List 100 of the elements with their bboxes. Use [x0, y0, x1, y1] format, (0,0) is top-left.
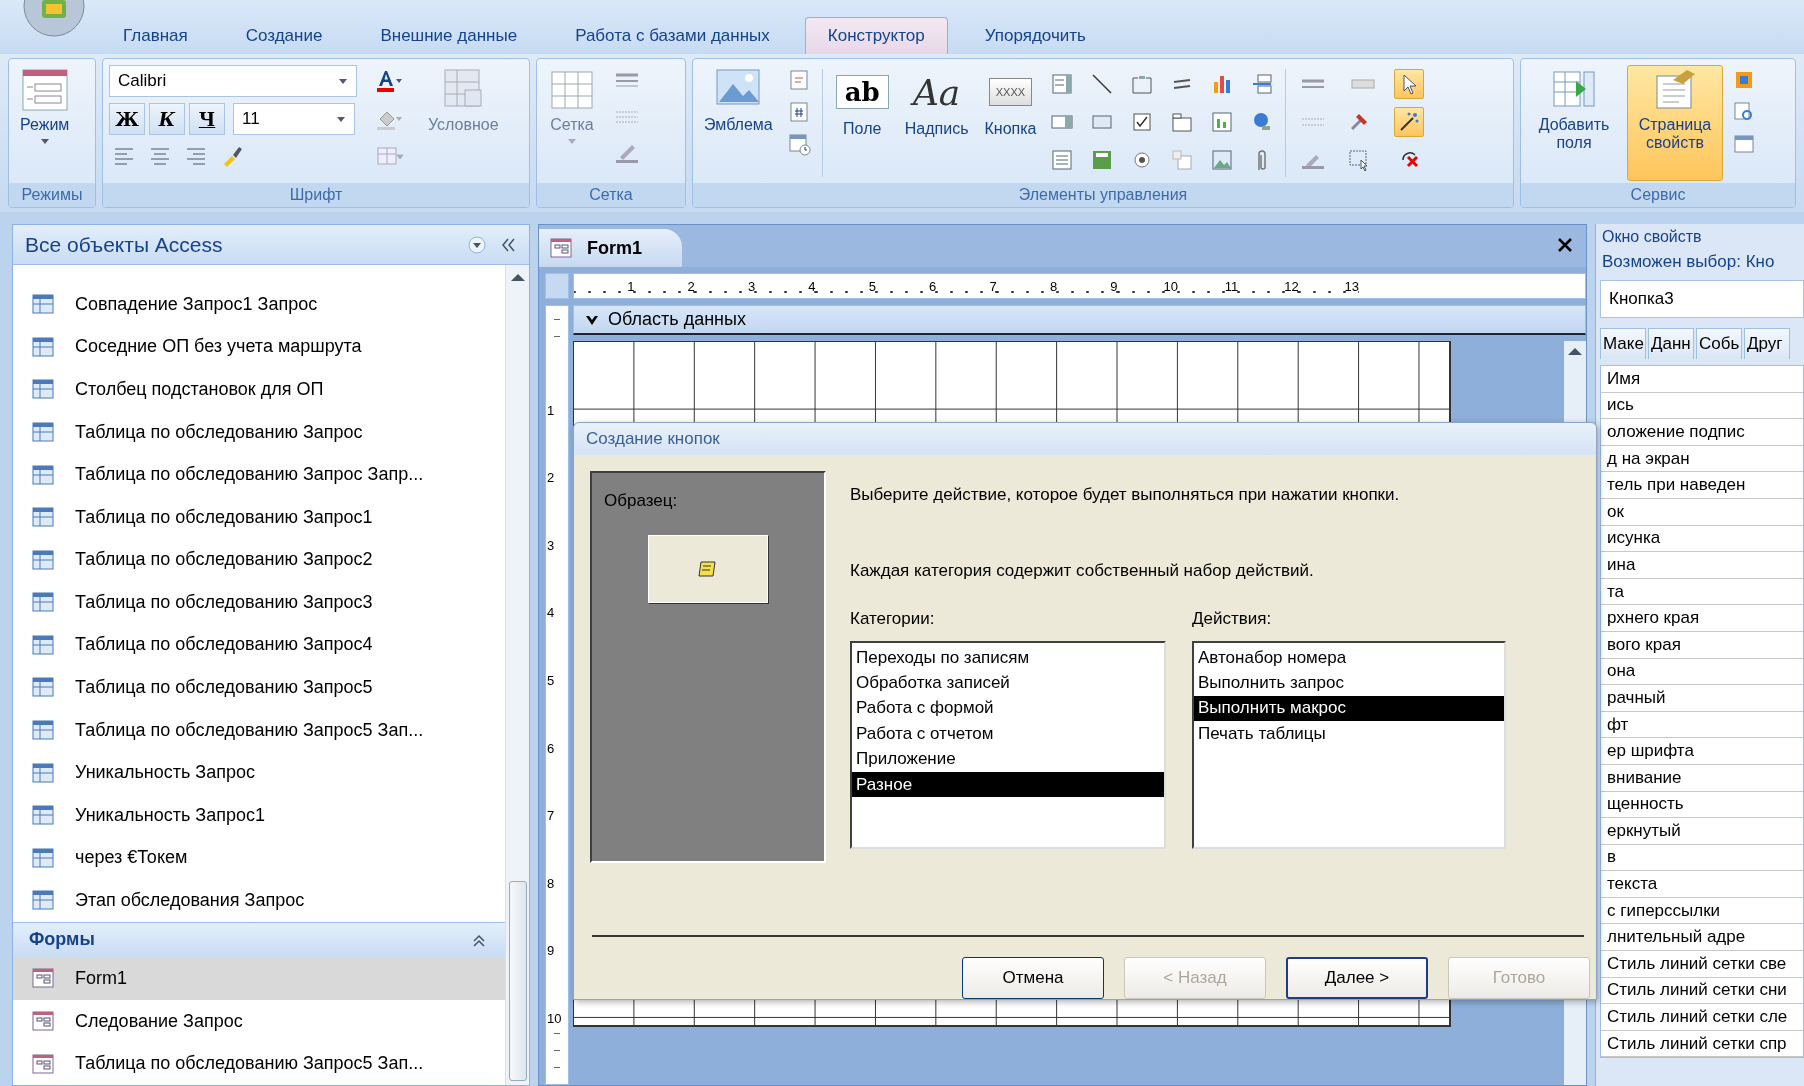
wizard-tool[interactable]: [1394, 107, 1425, 137]
pointer-tool[interactable]: [1394, 69, 1425, 99]
view-button[interactable]: Режим: [15, 65, 75, 181]
property-row[interactable]: д на экран: [1601, 445, 1803, 473]
list-item[interactable]: Разное: [852, 771, 1164, 798]
property-row[interactable]: лнительный адре: [1601, 924, 1803, 952]
property-row[interactable]: Стиль линий сетки сле: [1601, 1004, 1803, 1031]
list-item[interactable]: Автонабор номера: [1194, 645, 1504, 671]
navigation-item[interactable]: Этап обследования Запрос: [13, 879, 505, 922]
query-icon: [31, 377, 55, 402]
property-tab[interactable]: Собь: [1696, 328, 1742, 359]
property-row[interactable]: с гиперссылки: [1601, 897, 1803, 925]
property-row[interactable]: еркнутый: [1601, 818, 1803, 845]
navigation-item[interactable]: Таблица по обследованию Запрос3: [13, 581, 505, 624]
navigation-item[interactable]: Столбец подстановок для ОП: [13, 368, 505, 411]
property-sheet-button[interactable]: Страница свойств: [1627, 65, 1723, 181]
categories-list[interactable]: Переходы по записям Обработка записей Работа с формой Работа с отчетом Приложение Разное: [850, 641, 1166, 849]
property-row[interactable]: внивание: [1601, 764, 1803, 792]
navigation-item[interactable]: Уникальность Запрос1: [13, 793, 505, 837]
font-name-field[interactable]: Calibri: [109, 65, 357, 97]
dialog-button[interactable]: Далее >: [1286, 957, 1428, 999]
document-tab[interactable]: Form1: [539, 229, 682, 267]
property-row[interactable]: оложение подпис: [1601, 419, 1803, 446]
navigation-item[interactable]: Совпадение Запрос1 Запрос: [13, 283, 505, 326]
property-tab[interactable]: Данн: [1648, 328, 1694, 359]
property-row[interactable]: ок: [1601, 498, 1803, 526]
ribbon-tab[interactable]: Конструктор: [804, 17, 948, 54]
property-row[interactable]: исунка: [1601, 525, 1803, 553]
forms-section-header[interactable]: Формы: [13, 921, 505, 958]
add-fields-button[interactable]: Добавить поля: [1527, 65, 1621, 181]
italic-button[interactable]: К: [149, 103, 185, 135]
underline-button[interactable]: Ч: [189, 103, 225, 135]
property-row[interactable]: ер шрифта: [1601, 738, 1803, 765]
property-row[interactable]: текста: [1601, 871, 1803, 898]
property-row[interactable]: Стиль линий сетки сни: [1601, 977, 1803, 1005]
ribbon-tab[interactable]: Упорядочить: [961, 17, 1109, 54]
navigation-item[interactable]: Таблица по обследованию Запрос5 Зап...: [13, 708, 505, 752]
conditional-format-button[interactable]: Условное: [423, 65, 504, 181]
property-row[interactable]: ись: [1601, 392, 1803, 420]
dialog-button[interactable]: Отмена: [962, 957, 1104, 999]
list-item[interactable]: Выполнить запрос: [1194, 670, 1504, 696]
window-icon: [1732, 132, 1756, 156]
property-tab[interactable]: Маке: [1600, 328, 1646, 359]
navigation-item[interactable]: Таблица по обследованию Запрос2: [13, 538, 505, 582]
label-tool[interactable]: Aa Надпись: [899, 65, 974, 181]
navigation-item[interactable]: Уникальность Запрос: [13, 751, 505, 794]
query-icon: [31, 505, 55, 530]
scrollbar[interactable]: [505, 265, 529, 1085]
list-item[interactable]: Приложение: [852, 746, 1164, 772]
dropdown-icon[interactable]: [467, 234, 487, 255]
form-icon: [549, 236, 573, 260]
ribbon-tab[interactable]: Главная: [100, 17, 211, 54]
property-tab[interactable]: Друг: [1744, 328, 1790, 359]
navigation-item[interactable]: Соседние ОП без учета маршрута: [13, 325, 505, 369]
navigation-item[interactable]: Таблица по обследованию Запрос5 Зап...: [13, 1042, 505, 1085]
actions-list[interactable]: Автонабор номера Выполнить запрос Выполнить макрос Печать таблицы: [1192, 641, 1506, 849]
property-row[interactable]: фт: [1601, 711, 1803, 739]
list-item[interactable]: Работа с отчетом: [852, 721, 1164, 747]
property-row[interactable]: Стиль линий сетки спр: [1601, 1030, 1803, 1058]
navigation-item[interactable]: Form1: [13, 957, 505, 1000]
text-box-tool[interactable]: ab Поле: [830, 65, 894, 181]
ribbon-tab[interactable]: Работа с базами данных: [552, 17, 793, 54]
button-tool[interactable]: XXXX Кнопка: [979, 65, 1042, 181]
query-icon: [31, 760, 55, 785]
list-item[interactable]: Выполнить макрос: [1194, 695, 1504, 722]
property-row[interactable]: та: [1601, 578, 1803, 606]
property-row[interactable]: Имя: [1601, 366, 1803, 393]
property-row[interactable]: тель при наведен: [1601, 472, 1803, 499]
list-item[interactable]: Обработка записей: [852, 670, 1164, 696]
property-row[interactable]: щенность: [1601, 791, 1803, 819]
scrollbar-thumb[interactable]: [508, 881, 527, 1081]
property-row[interactable]: рачный: [1601, 685, 1803, 712]
object-field[interactable]: Кнопка3: [1600, 280, 1804, 318]
property-row[interactable]: рхнего края: [1601, 605, 1803, 632]
scroll-up-icon[interactable]: [1566, 345, 1584, 357]
bold-button[interactable]: Ж: [109, 103, 145, 135]
navigation-item[interactable]: Таблица по обследованию Запрос Запр...: [13, 453, 505, 496]
list-label: Действия:: [1192, 609, 1273, 629]
property-row[interactable]: вого края: [1601, 631, 1803, 659]
list-item[interactable]: Печать таблицы: [1194, 721, 1504, 747]
property-row[interactable]: Стиль линий сетки све: [1601, 951, 1803, 978]
navigation-item[interactable]: Следование Запрос: [13, 999, 505, 1043]
property-row[interactable]: в: [1601, 844, 1803, 872]
list-item[interactable]: Работа с формой: [852, 695, 1164, 722]
navigation-item[interactable]: Таблица по обследованию Запрос4: [13, 623, 505, 667]
font-size-field[interactable]: 11: [233, 103, 355, 135]
ribbon-tab[interactable]: Внешние данные: [357, 17, 541, 54]
property-row[interactable]: она: [1601, 658, 1803, 686]
property-row[interactable]: ина: [1601, 552, 1803, 579]
list-item[interactable]: Переходы по записям: [852, 645, 1164, 671]
button-glyph: XXXX: [988, 78, 1033, 106]
navigation-item[interactable]: Таблица по обследованию Запрос1: [13, 495, 505, 539]
logo-button[interactable]: Эмблема: [699, 65, 778, 181]
navigation-item[interactable]: Таблица по обследованию Запрос: [13, 410, 505, 454]
gridlines-button[interactable]: Сетка: [543, 65, 601, 181]
navigation-item[interactable]: через €Токем: [13, 836, 505, 880]
section-bar[interactable]: Область данных: [573, 305, 1586, 335]
caret-icon: [39, 138, 50, 145]
ribbon-tab[interactable]: Создание: [222, 17, 346, 54]
navigation-item[interactable]: Таблица по обследованию Запрос5: [13, 666, 505, 709]
